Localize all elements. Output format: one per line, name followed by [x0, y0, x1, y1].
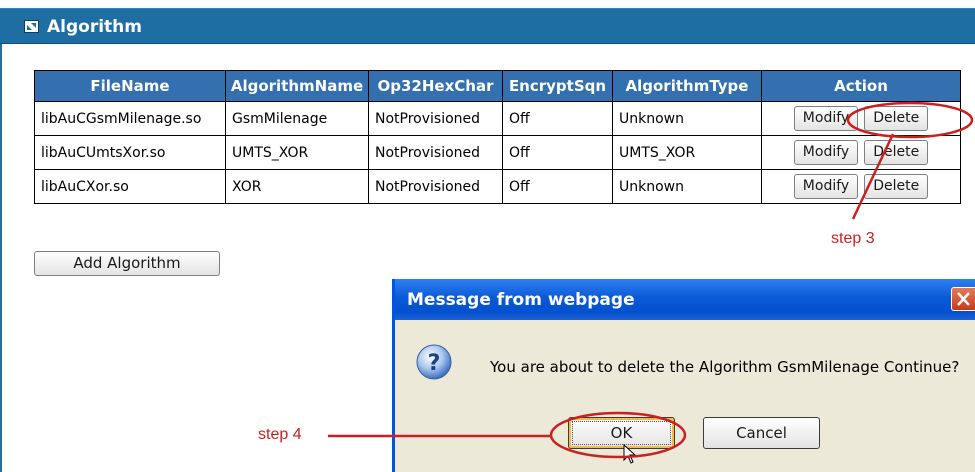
step4-highlight-ellipse — [549, 411, 687, 459]
step4-label: step 4 — [258, 426, 302, 443]
step4-annotation-overlay — [328, 411, 687, 459]
